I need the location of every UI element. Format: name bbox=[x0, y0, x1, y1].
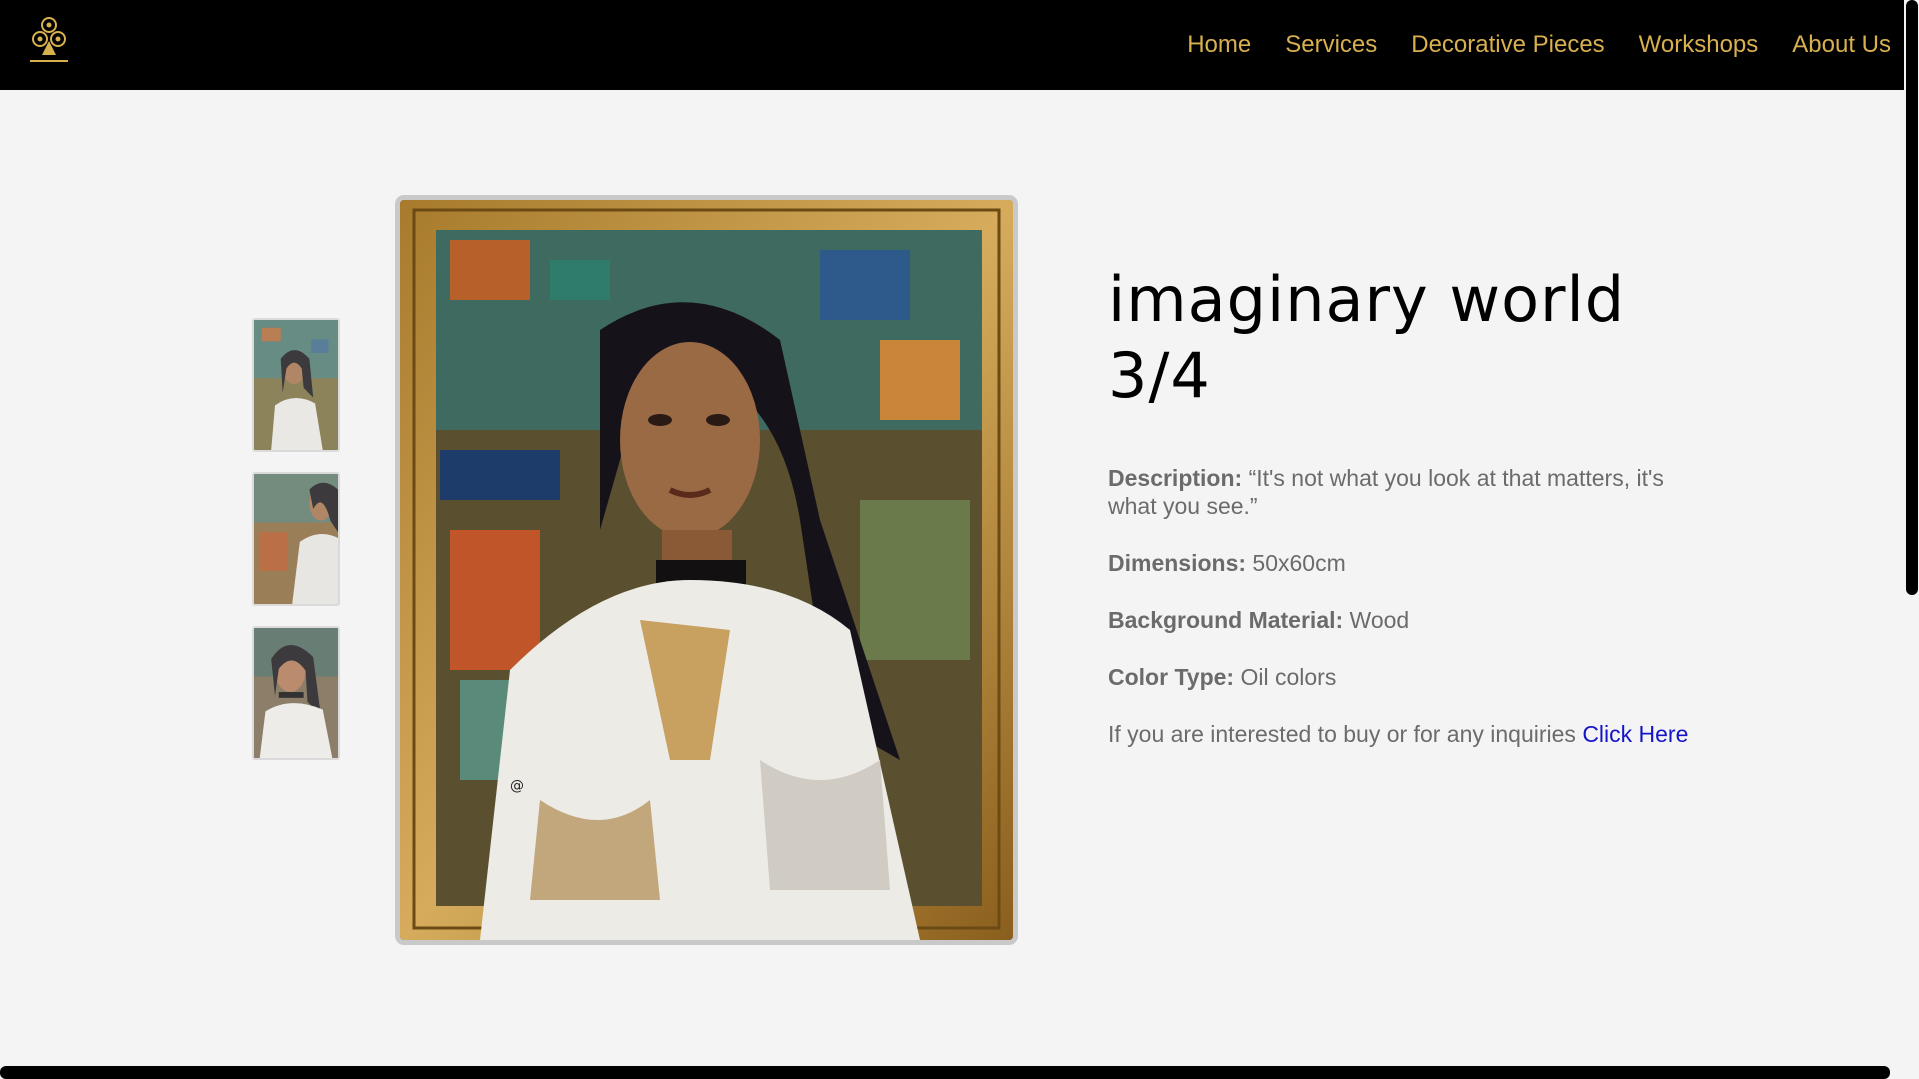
scrollbar-thumb[interactable] bbox=[1906, 0, 1918, 595]
nav-about-us[interactable]: About Us bbox=[1792, 31, 1891, 59]
product-info: imaginary world 3/4 Description: “It's n… bbox=[1108, 262, 1708, 748]
painting-thumbnail-1[interactable] bbox=[252, 318, 340, 452]
material-row: Background Material: Wood bbox=[1108, 606, 1708, 634]
nav-decorative-pieces[interactable]: Decorative Pieces bbox=[1411, 31, 1604, 59]
main-painting-image[interactable]: @ bbox=[395, 195, 1018, 945]
navbar: Home Services Decorative Pieces Workshop… bbox=[0, 0, 1904, 90]
description-row: Description: “It's not what you look at … bbox=[1108, 464, 1708, 520]
inquiry-link[interactable]: Click Here bbox=[1582, 721, 1688, 747]
thumbnail-image bbox=[254, 474, 338, 604]
dimensions-row: Dimensions: 50x60cm bbox=[1108, 549, 1708, 577]
painting-thumbnail-2[interactable] bbox=[252, 472, 340, 606]
inquiry-row: If you are interested to buy or for any … bbox=[1108, 720, 1708, 748]
horizontal-scrollbar-thumb[interactable] bbox=[0, 1066, 1890, 1079]
svg-text:@: @ bbox=[510, 778, 524, 794]
thumbnail-image bbox=[254, 628, 338, 758]
color-type-label: Color Type: bbox=[1108, 664, 1235, 690]
nav-services[interactable]: Services bbox=[1285, 31, 1377, 59]
product-title: imaginary world 3/4 bbox=[1108, 263, 1626, 412]
dimensions-value: 50x60cm bbox=[1252, 550, 1346, 576]
color-type-value: Oil colors bbox=[1240, 664, 1337, 690]
inquiry-text: If you are interested to buy or for any … bbox=[1108, 721, 1583, 747]
nav-workshops[interactable]: Workshops bbox=[1639, 31, 1759, 59]
portrait-painting-image: @ bbox=[400, 200, 1013, 940]
horizontal-scrollbar[interactable] bbox=[0, 1066, 1904, 1079]
description-label: Description: bbox=[1108, 465, 1243, 491]
nav-links: Home Services Decorative Pieces Workshop… bbox=[1187, 0, 1904, 90]
nav-home[interactable]: Home bbox=[1187, 31, 1251, 59]
material-label: Background Material: bbox=[1108, 607, 1344, 633]
vertical-scrollbar[interactable] bbox=[1904, 0, 1919, 1079]
painting-thumbnail-3[interactable] bbox=[252, 626, 340, 760]
logo-icon[interactable] bbox=[26, 15, 72, 69]
material-value: Wood bbox=[1349, 607, 1410, 633]
thumbnail-image bbox=[254, 320, 338, 450]
dimensions-label: Dimensions: bbox=[1108, 550, 1247, 576]
color-type-row: Color Type: Oil colors bbox=[1108, 663, 1708, 691]
